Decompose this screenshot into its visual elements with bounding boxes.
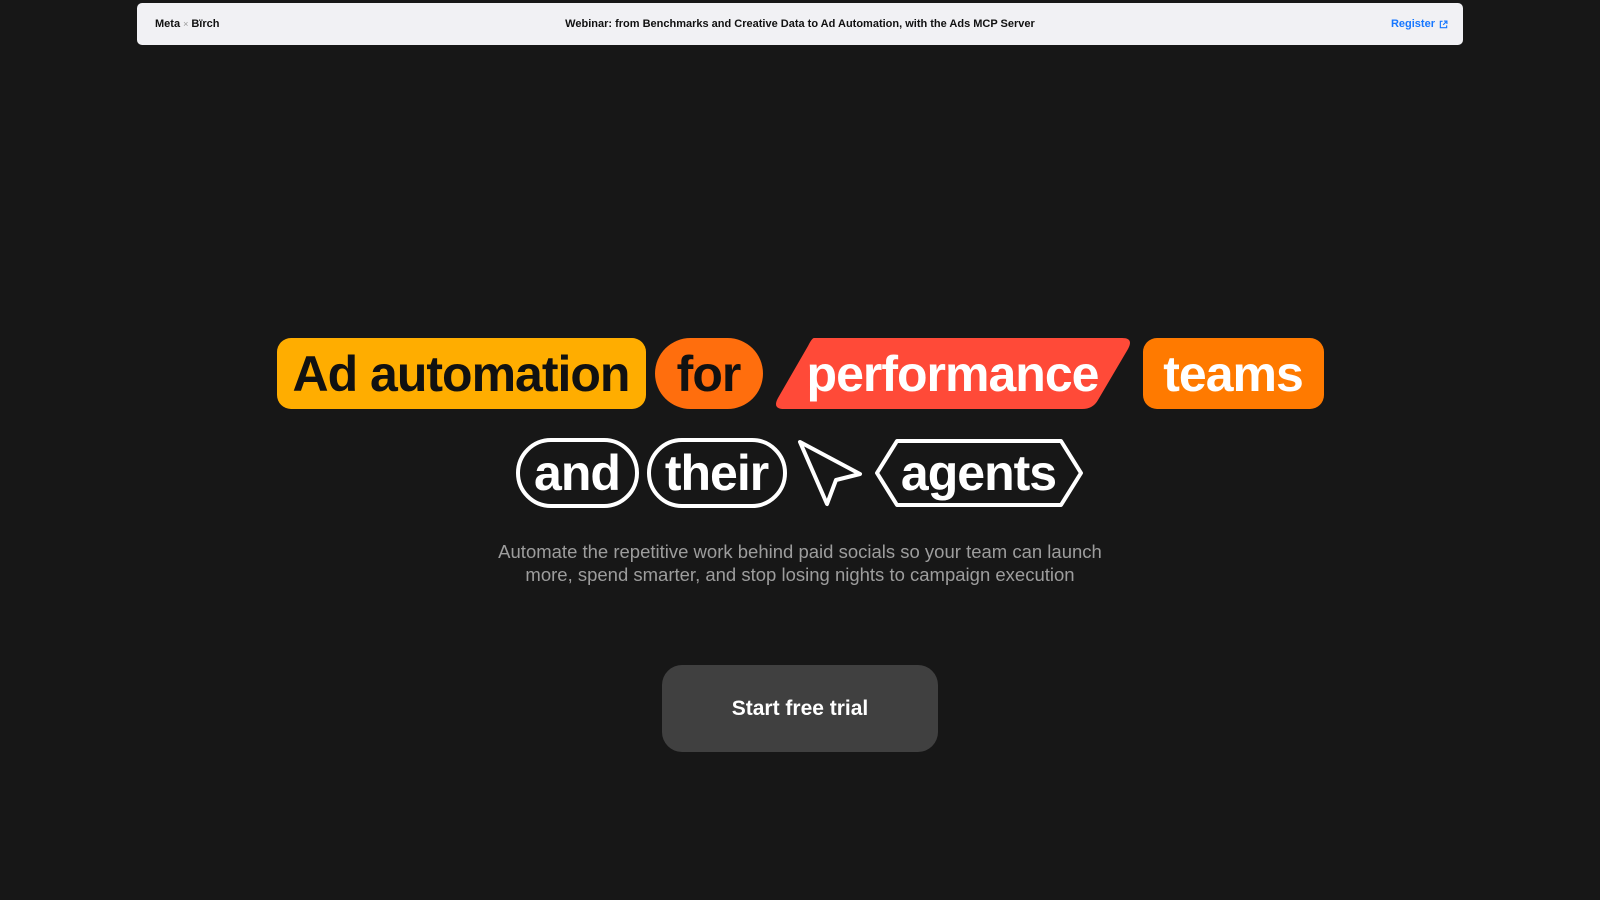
register-label: Register bbox=[1390, 18, 1435, 30]
register-link[interactable]: Register bbox=[1391, 18, 1448, 30]
hero-subtitle: Automate the repetitive work behind paid… bbox=[0, 540, 1600, 586]
headline-chip-agents: agents bbox=[873, 438, 1085, 508]
headline-chip-performance: performance bbox=[772, 338, 1134, 409]
headline-word: teams bbox=[1163, 345, 1304, 402]
headline-word: agents bbox=[900, 445, 1057, 501]
headline-chip-their: their bbox=[646, 438, 787, 508]
birch-logo-text: Bïrch bbox=[191, 18, 220, 30]
external-link-icon bbox=[1439, 19, 1448, 28]
headline-chip-ad-automation: Ad automation bbox=[276, 338, 646, 409]
headline-word: for bbox=[676, 345, 742, 402]
meta-logo-text: Meta bbox=[155, 18, 181, 30]
banner-title: Webinar: from Benchmarks and Creative Da… bbox=[565, 18, 1035, 30]
headline-chip-teams: teams bbox=[1142, 338, 1324, 409]
headline-chip-for: for bbox=[654, 338, 763, 409]
subtitle-line: Automate the repetitive work behind paid… bbox=[498, 541, 1102, 562]
banner-title-wrap: Webinar: from Benchmarks and Creative Da… bbox=[137, 18, 1463, 30]
cursor-arrow-icon bbox=[795, 438, 865, 508]
brand-lockup: Meta × Bïrch bbox=[155, 18, 219, 30]
headline-word: and bbox=[534, 445, 621, 501]
brand-separator: × bbox=[183, 19, 189, 29]
headline-word: their bbox=[664, 445, 769, 501]
webinar-banner: Meta × Bïrch Webinar: from Benchmarks an… bbox=[137, 3, 1463, 45]
start-free-trial-button[interactable]: Start free trial bbox=[662, 665, 938, 752]
headline-row-1: Ad automation for performance teams bbox=[0, 338, 1600, 409]
headline-chip-and: and bbox=[515, 438, 639, 508]
headline-word: performance bbox=[806, 345, 1100, 402]
headline-word: Ad automation bbox=[292, 345, 631, 402]
subtitle-line: more, spend smarter, and stop losing nig… bbox=[525, 564, 1075, 585]
headline-row-2: and their agents bbox=[0, 438, 1600, 508]
